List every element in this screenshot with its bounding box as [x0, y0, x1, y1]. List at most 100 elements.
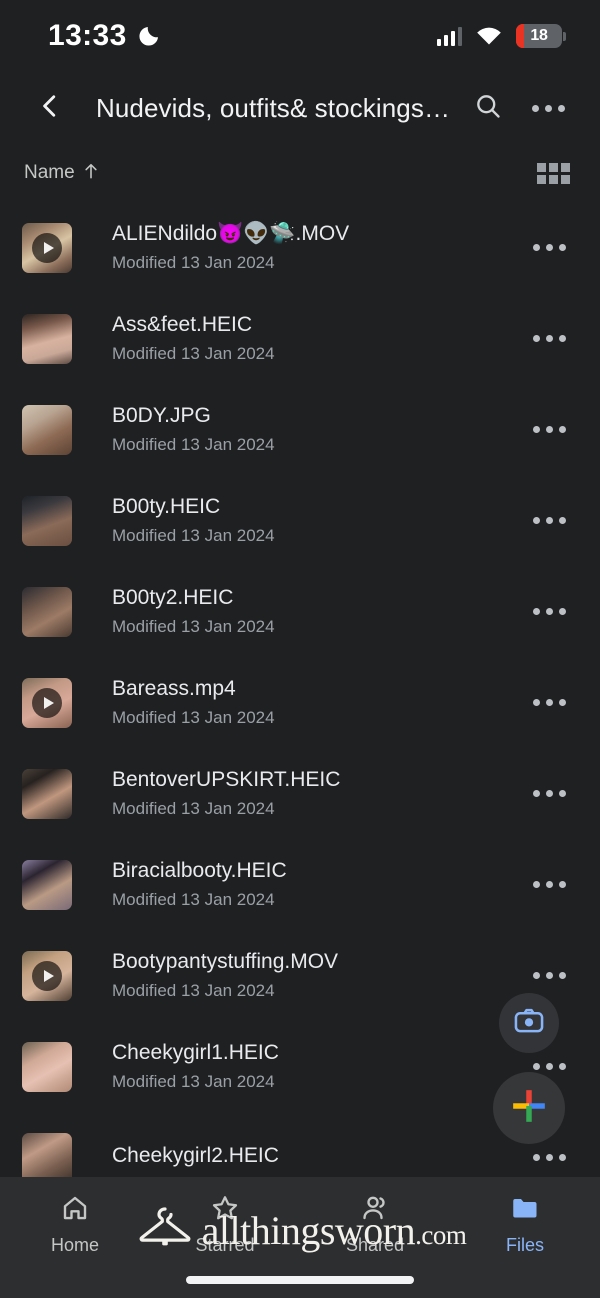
folder-icon [510, 1193, 540, 1228]
battery-level: 18 [530, 27, 548, 44]
chevron-left-icon [37, 93, 63, 124]
thumbnail-image [22, 495, 72, 546]
file-name: Cheekygirl2.HEIC [112, 1144, 279, 1168]
file-name: Bareass.mp4 [112, 676, 236, 700]
more-horizontal-icon [532, 335, 566, 342]
file-thumbnail [22, 586, 72, 637]
file-overflow-button[interactable] [522, 517, 576, 524]
cellular-signal-icon [436, 26, 462, 46]
battery-nub [563, 31, 566, 41]
battery-indicator: 18 [516, 24, 566, 48]
file-meta: BentoverUPSKIRT.HEIC Modified 13 Jan 2024 [72, 766, 522, 821]
grid-cell [561, 162, 570, 172]
file-meta: B0DY.JPG Modified 13 Jan 2024 [72, 402, 522, 457]
file-modified: Modified 13 Jan 2024 [112, 889, 275, 909]
back-button[interactable] [22, 80, 78, 136]
more-horizontal-icon [532, 881, 566, 888]
more-horizontal-icon [532, 972, 566, 979]
file-overflow-button[interactable] [522, 972, 576, 979]
file-row[interactable]: ALIENdildo😈👽🛸.MOV Modified 13 Jan 2024 [0, 202, 600, 293]
file-thumbnail [22, 404, 72, 455]
file-modified: Modified 13 Jan 2024 [112, 1071, 275, 1091]
file-modified: Modified 13 Jan 2024 [112, 980, 275, 1000]
file-row[interactable]: B0DY.JPG Modified 13 Jan 2024 [0, 384, 600, 475]
file-meta: B00ty2.HEIC Modified 13 Jan 2024 [72, 584, 522, 639]
file-meta: ALIENdildo😈👽🛸.MOV Modified 13 Jan 2024 [72, 220, 522, 275]
more-horizontal-icon [532, 699, 566, 706]
search-icon [474, 92, 502, 125]
grid-view-toggle[interactable] [537, 162, 570, 184]
sort-label: Name [24, 162, 75, 183]
more-horizontal-icon [531, 104, 565, 112]
nav-label: Files [505, 1235, 544, 1255]
file-name: Ass&feet.HEIC [112, 312, 253, 336]
file-modified: Modified 13 Jan 2024 [112, 525, 275, 545]
file-meta: Cheekygirl1.HEIC Modified 13 Jan 2024 [72, 1039, 522, 1094]
gesture-home-bar[interactable] [186, 1276, 414, 1284]
file-name: Bootypantystuffing.MOV [112, 949, 339, 973]
more-horizontal-icon [532, 517, 566, 524]
file-row[interactable]: Biracialbooty.HEIC Modified 13 Jan 2024 [0, 839, 600, 930]
file-thumbnail [22, 495, 72, 546]
search-button[interactable] [460, 80, 516, 136]
moon-icon [137, 24, 161, 48]
arrow-up-icon [81, 161, 101, 186]
file-row[interactable]: B00ty.HEIC Modified 13 Jan 2024 [0, 475, 600, 566]
file-thumbnail [22, 1132, 72, 1183]
file-overflow-button[interactable] [522, 426, 576, 433]
file-row[interactable]: B00ty2.HEIC Modified 13 Jan 2024 [0, 566, 600, 657]
overflow-menu-button[interactable] [520, 80, 576, 136]
file-overflow-button[interactable] [522, 1063, 576, 1070]
thumbnail-image [22, 313, 72, 364]
play-icon [32, 232, 62, 263]
sort-control[interactable]: Name [24, 161, 101, 186]
status-bar-left: 13:33 [48, 19, 161, 53]
file-modified: Modified 13 Jan 2024 [112, 798, 275, 818]
file-overflow-button[interactable] [522, 244, 576, 251]
grid-cell [561, 174, 570, 184]
add-new-fab[interactable] [493, 1072, 565, 1144]
status-bar-right: 18 [436, 24, 566, 48]
file-modified: Modified 13 Jan 2024 [112, 343, 275, 363]
file-overflow-button[interactable] [522, 335, 576, 342]
file-meta: Cheekygirl2.HEIC [72, 1142, 522, 1173]
thumbnail-image [22, 1132, 72, 1183]
grid-cell [537, 174, 546, 184]
file-overflow-button[interactable] [522, 608, 576, 615]
thumbnail-image [22, 1041, 72, 1092]
wifi-icon [476, 26, 502, 46]
more-horizontal-icon [532, 608, 566, 615]
more-horizontal-icon [532, 790, 566, 797]
file-name: B00ty2.HEIC [112, 585, 234, 609]
file-thumbnail [22, 768, 72, 819]
file-row[interactable]: Ass&feet.HEIC Modified 13 Jan 2024 [0, 293, 600, 384]
nav-item-shared[interactable]: Shared [300, 1193, 450, 1256]
file-row[interactable]: BentoverUPSKIRT.HEIC Modified 13 Jan 2024 [0, 748, 600, 839]
file-modified: Modified 13 Jan 2024 [112, 707, 275, 727]
file-meta: Bootypantystuffing.MOV Modified 13 Jan 20… [72, 948, 522, 1003]
clock: 13:33 [48, 19, 127, 52]
file-meta: Ass&feet.HEIC Modified 13 Jan 2024 [72, 311, 522, 366]
nav-item-files[interactable]: Files [450, 1193, 600, 1256]
scan-document-fab[interactable] [499, 993, 559, 1053]
file-thumbnail [22, 859, 72, 910]
file-meta: B00ty.HEIC Modified 13 Jan 2024 [72, 493, 522, 548]
camera-scan-icon [513, 1005, 545, 1042]
file-thumbnail [22, 1041, 72, 1092]
file-modified: Modified 13 Jan 2024 [112, 252, 275, 272]
file-name: Biracialbooty.HEIC [112, 858, 287, 882]
status-bar: 13:33 18 [0, 0, 600, 72]
nav-item-home[interactable]: Home [0, 1193, 150, 1256]
file-overflow-button[interactable] [522, 1154, 576, 1161]
file-overflow-button[interactable] [522, 790, 576, 797]
page-title: Nudevids, outfits& stockings °… [96, 92, 456, 123]
nav-item-starred[interactable]: Starred [150, 1193, 300, 1256]
file-thumbnail [22, 950, 72, 1001]
file-row[interactable]: Bareass.mp4 Modified 13 Jan 2024 [0, 657, 600, 748]
thumbnail-image [22, 404, 72, 455]
file-modified: Modified 13 Jan 2024 [112, 434, 275, 454]
nav-label: Home [50, 1235, 99, 1255]
file-overflow-button[interactable] [522, 699, 576, 706]
battery-fill [516, 24, 525, 48]
file-overflow-button[interactable] [522, 881, 576, 888]
